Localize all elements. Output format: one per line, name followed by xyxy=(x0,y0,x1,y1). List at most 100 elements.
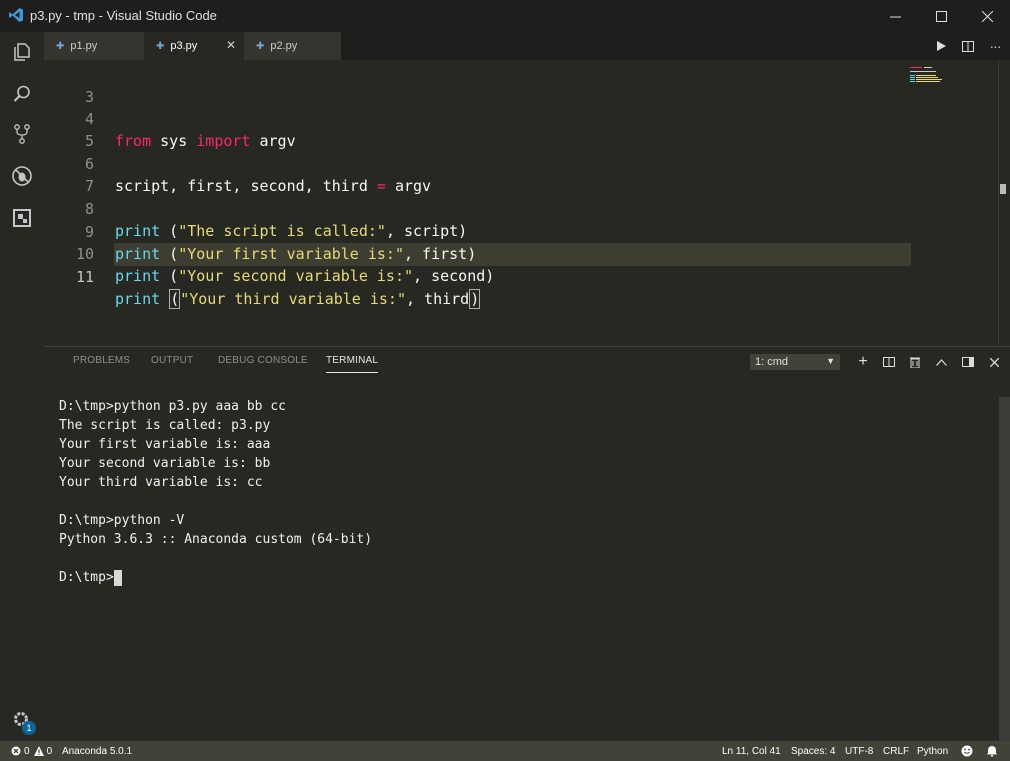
smiley-icon xyxy=(961,745,973,757)
manage-button[interactable] xyxy=(0,700,44,740)
matched-bracket: ) xyxy=(469,289,481,309)
panel-layout-icon xyxy=(962,357,974,367)
window-title: p3.py - tmp - Visual Studio Code xyxy=(30,8,217,23)
new-terminal-button[interactable]: + xyxy=(852,353,874,371)
terminal-line: Your second variable is: bb xyxy=(59,456,271,471)
trash-icon xyxy=(910,357,920,368)
code-line-current: 11 print ("Your third variable is:", thi… xyxy=(44,244,944,309)
title-bar: p3.py - tmp - Visual Studio Code xyxy=(0,0,1010,32)
language-mode[interactable]: Python xyxy=(917,745,948,757)
maximize-icon xyxy=(935,10,947,22)
terminal-prompt: D:\tmp> xyxy=(59,570,114,585)
tab-terminal[interactable]: TERMINAL xyxy=(326,355,379,373)
minimize-icon xyxy=(889,16,901,17)
bottom-panel: PROBLEMS OUTPUT DEBUG CONSOLE TERMINAL 1… xyxy=(44,346,1010,742)
close-window-button[interactable] xyxy=(964,0,1010,32)
line-number: 11 xyxy=(75,268,94,286)
terminal-line: The script is called: p3.py xyxy=(59,418,271,433)
vscode-logo-icon xyxy=(9,8,23,22)
close-panel-icon xyxy=(989,357,999,367)
run-icon xyxy=(937,41,946,51)
source-control-button[interactable] xyxy=(0,114,44,154)
end-of-line[interactable]: CRLF xyxy=(883,745,909,757)
terminal-line: Your first variable is: aaa xyxy=(59,437,271,452)
python-file-icon: ✚ xyxy=(56,40,65,52)
matched-bracket: ( xyxy=(169,289,181,309)
search-button[interactable] xyxy=(0,74,44,114)
indentation[interactable]: Spaces: 4 xyxy=(791,745,835,757)
extensions-icon xyxy=(13,209,31,227)
add-terminal-icon: + xyxy=(858,353,868,370)
maximize-button[interactable] xyxy=(918,0,964,32)
tab-label: p2.py xyxy=(270,40,298,52)
minimize-button[interactable] xyxy=(872,0,918,32)
debug-icon xyxy=(12,166,32,186)
tab-problems[interactable]: PROBLEMS xyxy=(73,355,130,366)
error-icon xyxy=(11,746,21,756)
python-file-icon: ✚ xyxy=(156,40,165,52)
tab-p2[interactable]: ✚ p2.py xyxy=(244,32,341,60)
split-terminal-button[interactable] xyxy=(878,353,900,371)
code-line: 3 xyxy=(44,64,944,106)
terminal-line: D:\tmp>python -V xyxy=(59,513,185,528)
terminal-line: Your third variable is: cc xyxy=(59,475,263,490)
code-line: 6 script, first, second, third = argv xyxy=(44,131,944,195)
terminal-scrollbar[interactable] xyxy=(999,397,1010,741)
warning-count: 0 xyxy=(46,745,53,757)
terminal-prompt-line: D:\tmp> xyxy=(59,568,122,587)
minimap[interactable] xyxy=(910,66,955,82)
problems-indicator[interactable]: 0 0 xyxy=(11,745,52,757)
explorer-icon xyxy=(14,43,30,61)
encoding[interactable]: UTF-8 xyxy=(845,745,873,757)
code-line: 8 print ("The script is called:", script… xyxy=(44,176,944,240)
terminal-select[interactable]: 1: cmd ▼ xyxy=(750,354,840,370)
code-line: 5 xyxy=(44,108,944,150)
close-panel-button[interactable] xyxy=(983,353,1005,371)
panel-layout-button[interactable] xyxy=(957,353,979,371)
close-tab-icon[interactable]: ✕ xyxy=(226,38,236,52)
split-editor-button[interactable] xyxy=(955,32,981,60)
explorer-button[interactable] xyxy=(0,32,44,72)
bell-icon xyxy=(987,746,997,757)
run-button[interactable] xyxy=(928,32,954,60)
kill-terminal-button[interactable] xyxy=(904,353,926,371)
search-icon xyxy=(13,85,30,102)
extensions-button[interactable] xyxy=(0,198,44,238)
terminal-select-value: 1: cmd xyxy=(755,356,789,368)
editor-tab-bar: ✚ p1.py ✚ p3.py ✕ ✚ p2.py xyxy=(44,32,1010,60)
notifications-button[interactable] xyxy=(986,745,998,757)
status-bar: 0 0 Anaconda 5.0.1 Ln 11, Col 41 Spaces:… xyxy=(0,741,1010,761)
maximize-panel-button[interactable] xyxy=(930,353,952,371)
error-count: 0 xyxy=(24,745,30,757)
tab-p3[interactable]: ✚ p3.py ✕ xyxy=(144,32,244,60)
cursor-position[interactable]: Ln 11, Col 41 xyxy=(722,745,781,757)
tab-terminal-label: TERMINAL xyxy=(326,355,379,366)
feedback-button[interactable] xyxy=(961,745,973,757)
overview-ruler xyxy=(998,60,999,345)
debug-button[interactable] xyxy=(0,156,44,196)
more-icon: ··· xyxy=(989,38,1002,54)
code-line: 10 print ("Your second variable is:", se… xyxy=(44,221,944,285)
more-actions-button[interactable]: ··· xyxy=(982,32,1008,60)
close-icon xyxy=(981,10,993,22)
code-line: 7 xyxy=(44,153,944,195)
python-file-icon: ✚ xyxy=(256,40,265,52)
code-editor[interactable]: 3 4 from sys import argv 5 6 script, fir… xyxy=(44,60,1010,345)
split-editor-icon xyxy=(962,40,974,52)
terminal[interactable]: D:\tmp>python p3.py aaa bb cc The script… xyxy=(44,397,999,597)
code-line: 4 from sys import argv xyxy=(44,86,944,150)
scroll-position-marker[interactable] xyxy=(1000,184,1006,194)
terminal-cursor xyxy=(113,569,122,586)
terminal-line: D:\tmp>python p3.py aaa bb cc xyxy=(59,399,286,414)
code-line: 9 print ("Your first variable is:", firs… xyxy=(44,199,944,263)
tab-p1[interactable]: ✚ p1.py xyxy=(44,32,144,60)
source-control-icon xyxy=(14,124,30,144)
tab-label: p3.py xyxy=(170,40,198,52)
split-terminal-icon xyxy=(883,357,895,367)
code-text: print ("Your third variable is:", third) xyxy=(115,289,481,309)
tab-output[interactable]: OUTPUT xyxy=(151,355,193,366)
python-interpreter[interactable]: Anaconda 5.0.1 xyxy=(62,745,132,757)
activity-bar xyxy=(0,32,44,741)
tab-label: p1.py xyxy=(70,40,98,52)
tab-debug-console[interactable]: DEBUG CONSOLE xyxy=(218,355,308,366)
